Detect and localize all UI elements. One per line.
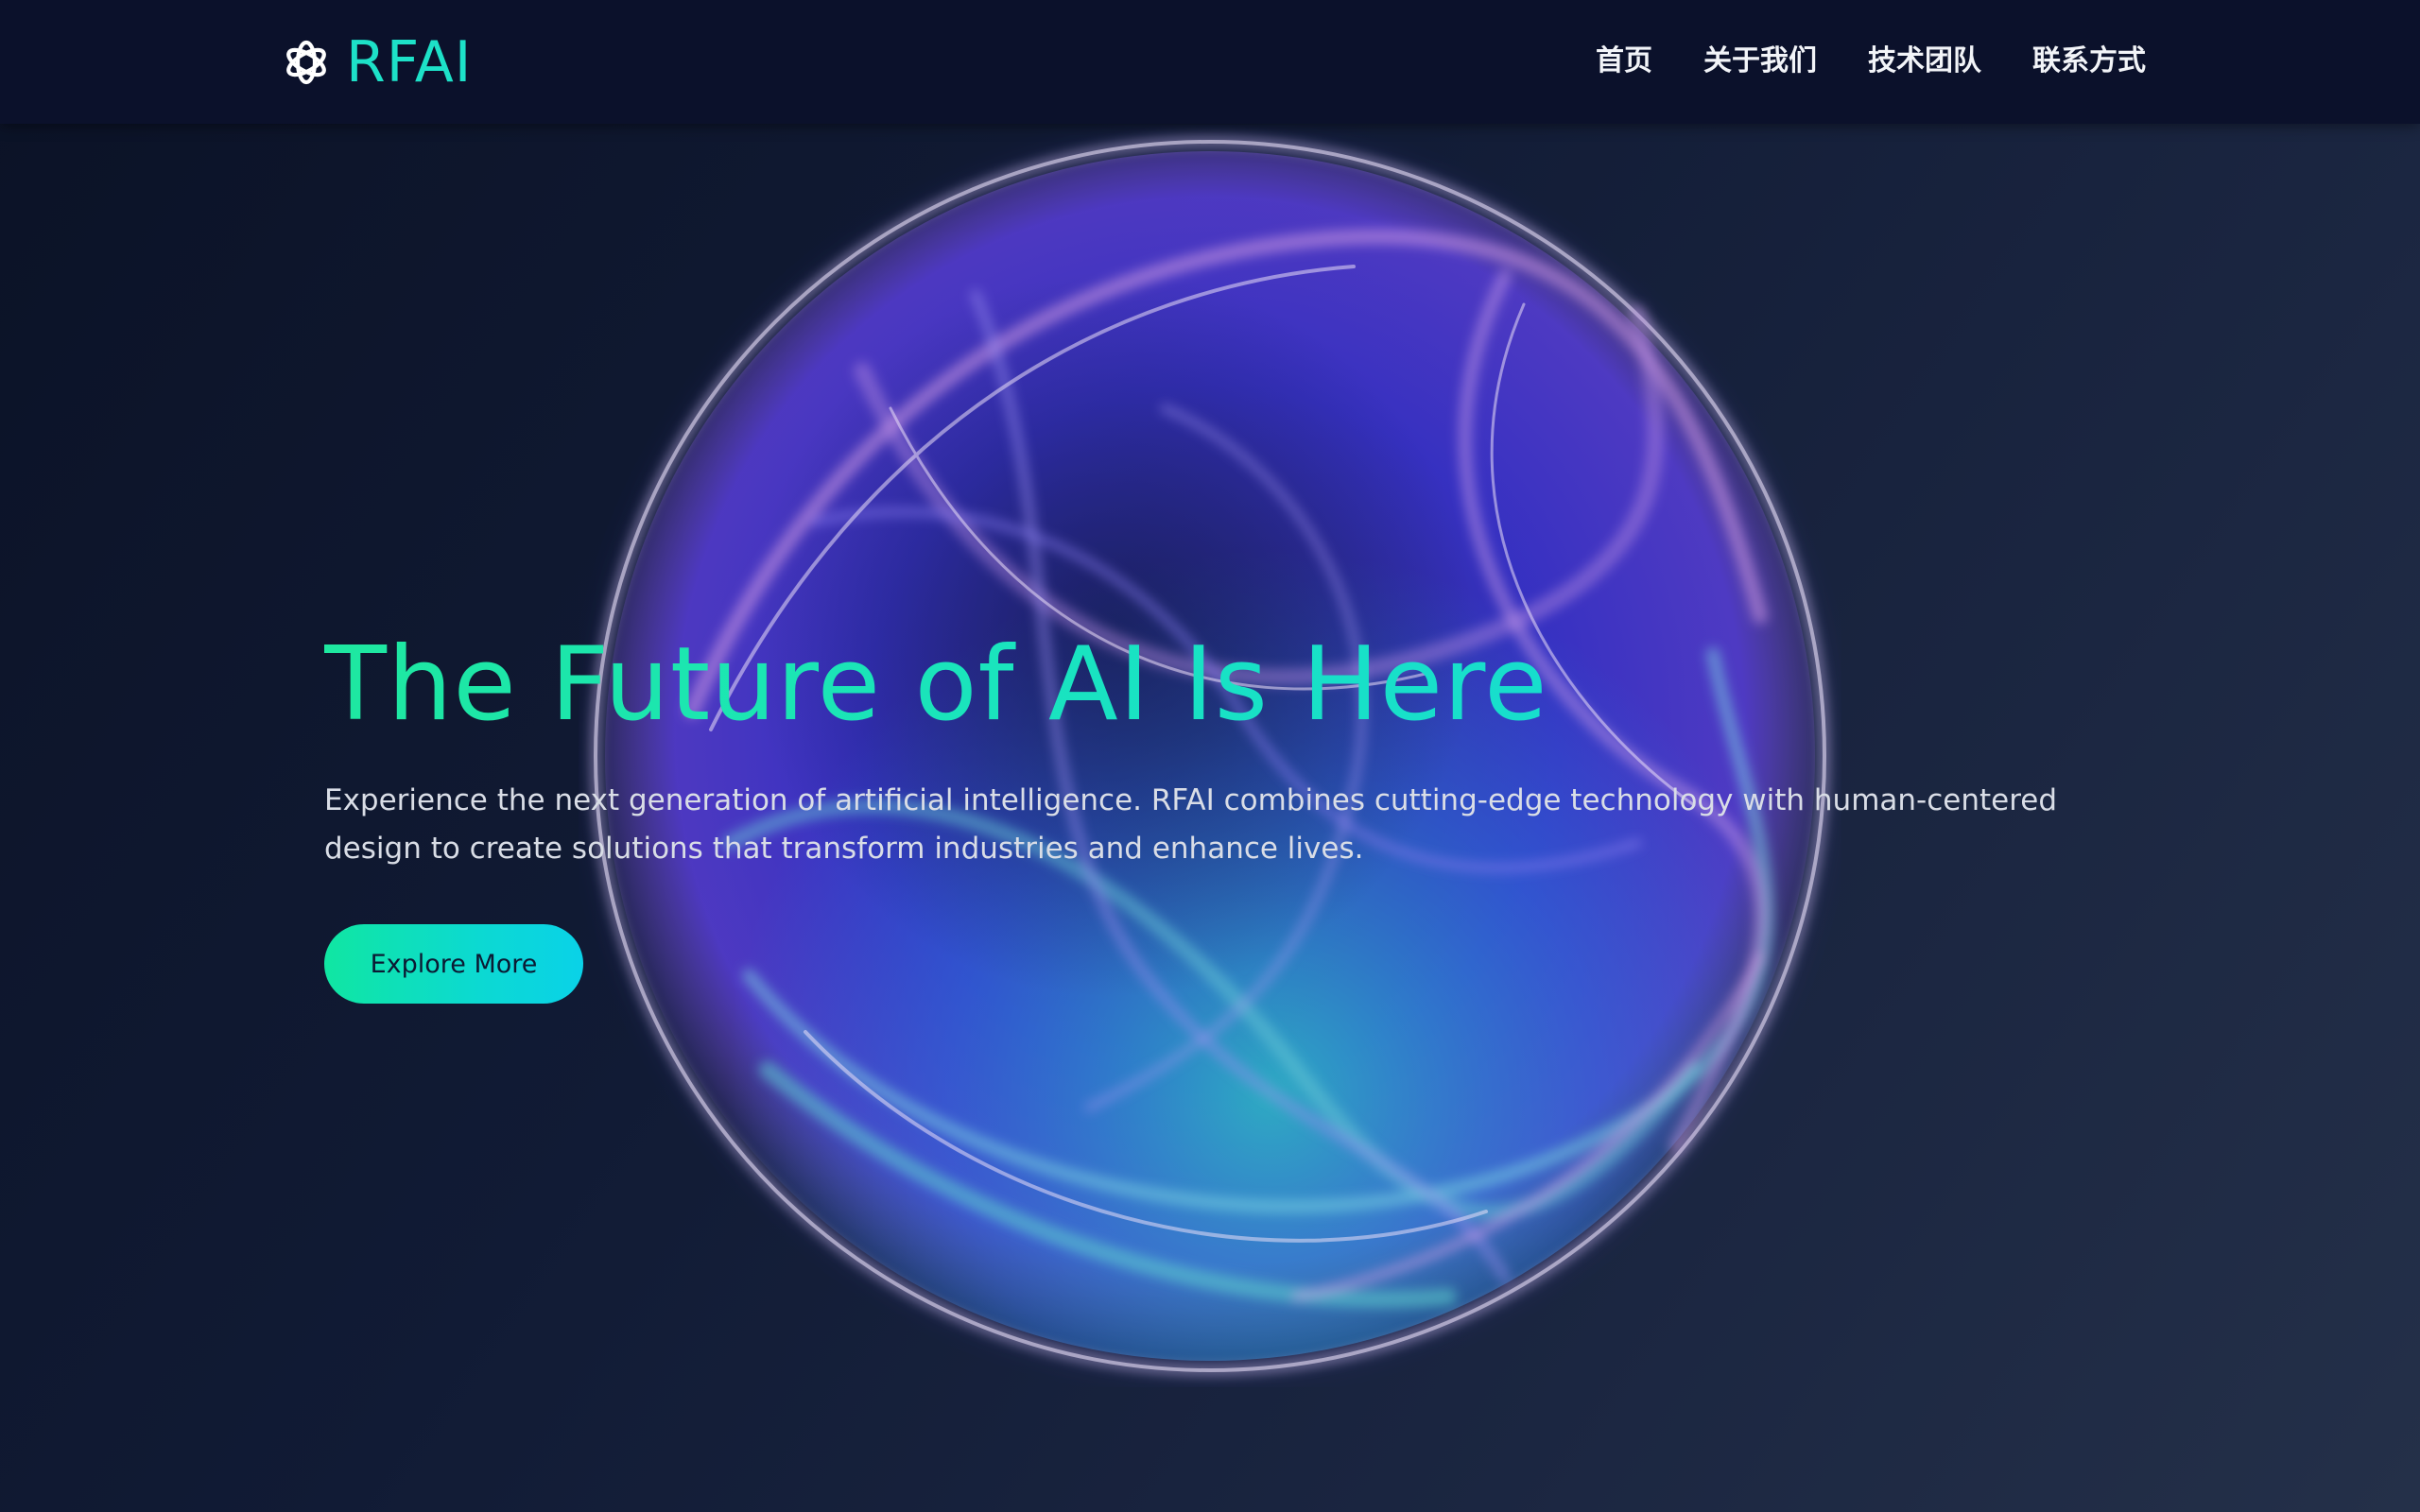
brand-name: RFAI	[346, 29, 473, 95]
main-nav: 首页 关于我们 技术团队 联系方式	[1596, 38, 2146, 85]
knot-logo-icon	[286, 40, 326, 85]
site-header: RFAI 首页 关于我们 技术团队 联系方式	[0, 0, 2420, 124]
hero-section: The Future of AI Is Here Experience the …	[324, 605, 2064, 1004]
nav-item-contact[interactable]: 联系方式	[2032, 38, 2146, 85]
nav-item-about[interactable]: 关于我们	[1703, 38, 1817, 85]
hero-title: The Future of AI Is Here	[324, 605, 2064, 765]
brand-logo[interactable]: RFAI	[280, 26, 472, 98]
hero-subtitle: Experience the next generation of artifi…	[324, 783, 2058, 866]
nav-item-home[interactable]: 首页	[1596, 38, 1652, 85]
nav-item-team[interactable]: 技术团队	[1868, 38, 1981, 85]
explore-more-button[interactable]: Explore More	[324, 924, 583, 1004]
